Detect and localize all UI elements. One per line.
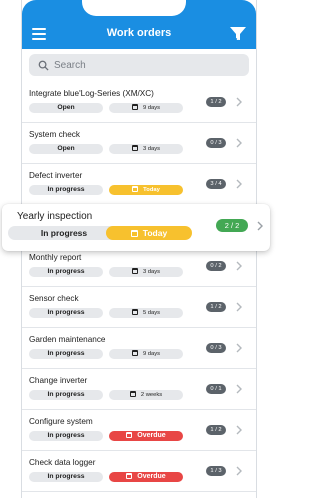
- due-label: 5 days: [142, 310, 161, 316]
- due-label: Overdue: [137, 432, 166, 439]
- task-count-badge: 0 / 1: [206, 384, 226, 394]
- task-count-badge: 1 / 2: [206, 302, 226, 312]
- work-order-title: Check data logger: [29, 458, 96, 467]
- work-order-row[interactable]: Defect inverter In progress Today 3 / 4: [22, 164, 256, 205]
- work-order-title: Change inverter: [29, 376, 88, 385]
- due-label: Overdue: [137, 473, 166, 480]
- due-label: 3 days: [142, 269, 161, 275]
- due-badge: 9 days: [109, 349, 183, 359]
- due-badge: Today: [109, 185, 183, 195]
- work-order-row[interactable]: Change inverter In progress 2 weeks 0 / 1: [22, 369, 256, 410]
- due-badge: 2 weeks: [109, 390, 183, 400]
- chevron-right-icon: [236, 384, 242, 394]
- highlighted-work-order-card[interactable]: Yearly inspection In progress Today 2 / …: [2, 204, 270, 251]
- status-badge: In progress: [29, 185, 103, 195]
- status-badge: Open: [29, 144, 103, 154]
- work-order-title: Garden maintenance: [29, 335, 106, 344]
- status-badge: In progress: [29, 431, 103, 441]
- page-title: Work orders: [106, 27, 172, 39]
- due-badge: Today: [106, 226, 192, 240]
- due-badge: 3 days: [109, 267, 183, 277]
- status-badge: In progress: [29, 390, 103, 400]
- chevron-right-icon: [236, 179, 242, 189]
- calendar-icon: [129, 391, 136, 397]
- work-order-row[interactable]: Integrate blue'Log-Series (XM/XC) Open 9 d…: [22, 82, 256, 123]
- calendar-icon: [131, 145, 138, 151]
- due-badge: 5 days: [109, 308, 183, 318]
- chevron-right-icon: [236, 138, 242, 148]
- status-badge: In progress: [29, 349, 103, 359]
- chevron-right-icon: [236, 97, 242, 107]
- chevron-right-icon: [257, 221, 263, 231]
- due-badge: 3 days: [109, 144, 183, 154]
- work-order-row[interactable]: Monthly report In progress 3 days 0 / 2: [22, 246, 256, 287]
- work-order-list: Integrate blue'Log-Series (XM/XC) Open 9 d…: [22, 82, 256, 498]
- filter-count-badge: 2: [236, 36, 240, 42]
- work-order-title: Configure system: [29, 417, 93, 426]
- work-order-title: Defect inverter: [29, 171, 83, 180]
- task-count-badge: 2 / 2: [216, 219, 248, 232]
- work-order-row[interactable]: Configure system In progress Overdue 1 / 2: [22, 410, 256, 451]
- calendar-icon: [131, 350, 138, 356]
- calendar-icon: [131, 309, 138, 315]
- due-badge: 9 days: [109, 103, 183, 113]
- status-badge: In progress: [29, 267, 103, 277]
- calendar-icon: [130, 230, 138, 237]
- work-order-row[interactable]: Check data logger In progress Overdue 1 / 3: [22, 451, 256, 492]
- calendar-icon: [126, 432, 133, 438]
- chevron-right-icon: [236, 261, 242, 271]
- due-label: 9 days: [142, 351, 161, 357]
- phone-notch: [82, 0, 186, 16]
- work-order-title: Integrate blue'Log-Series (XM/XC): [29, 89, 154, 98]
- status-badge: In progress: [29, 308, 103, 318]
- work-order-row[interactable]: System check Open 3 days 0 / 3: [22, 123, 256, 164]
- due-label: 2 weeks: [140, 392, 163, 398]
- task-count-badge: 0 / 3: [206, 343, 226, 353]
- due-label: Today: [142, 228, 168, 238]
- due-label: 3 days: [142, 146, 161, 152]
- task-count-badge: 1 / 2: [206, 425, 226, 435]
- work-order-row[interactable]: Inverter 2 defect: [22, 492, 256, 498]
- task-count-badge: 1 / 2: [206, 97, 226, 107]
- status-badge: In progress: [8, 226, 120, 240]
- task-count-badge: 0 / 2: [206, 261, 226, 271]
- due-badge: Overdue: [109, 472, 183, 482]
- search-input[interactable]: [54, 59, 234, 71]
- chevron-right-icon: [236, 343, 242, 353]
- work-order-row[interactable]: Garden maintenance In progress 9 days 0 / 3: [22, 328, 256, 369]
- calendar-icon: [131, 104, 138, 110]
- due-label: 9 days: [142, 105, 161, 111]
- work-order-row[interactable]: Sensor check In progress 5 days 1 / 2: [22, 287, 256, 328]
- task-count-badge: 3 / 4: [206, 179, 226, 189]
- chevron-right-icon: [236, 425, 242, 435]
- work-order-title: Yearly inspection: [17, 211, 93, 222]
- search-bar[interactable]: [29, 54, 249, 76]
- status-badge: Open: [29, 103, 103, 113]
- task-count-badge: 1 / 3: [206, 466, 226, 476]
- chevron-right-icon: [236, 302, 242, 312]
- task-count-badge: 0 / 3: [206, 138, 226, 148]
- calendar-icon: [131, 268, 138, 274]
- calendar-icon: [132, 186, 139, 192]
- search-icon: [38, 60, 49, 71]
- work-order-title: System check: [29, 130, 80, 139]
- work-order-title: Monthly report: [29, 253, 82, 262]
- status-badge: In progress: [29, 472, 103, 482]
- work-order-title: Sensor check: [29, 294, 79, 303]
- due-label: Today: [143, 187, 160, 193]
- chevron-right-icon: [236, 466, 242, 476]
- calendar-icon: [126, 473, 133, 479]
- due-badge: Overdue: [109, 431, 183, 441]
